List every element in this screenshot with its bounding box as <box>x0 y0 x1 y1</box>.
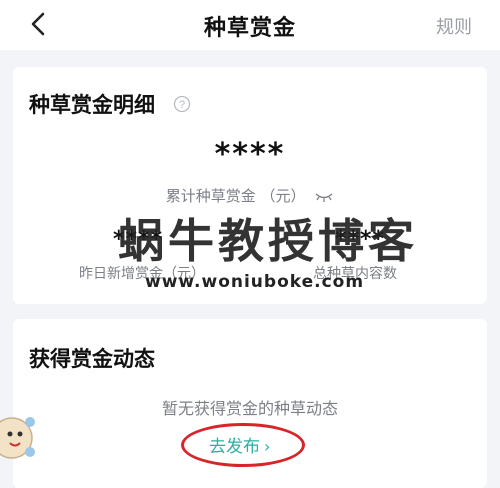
empty-state-text: 暂无获得赏金的种草动态 <box>161 399 338 418</box>
page-title: 种草赏金 <box>203 16 296 41</box>
summary-title: 种草赏金明细 <box>29 93 155 117</box>
watermark-url: www.woniuboke.com <box>145 272 365 292</box>
top-nav-bar: 种草赏金 规则 <box>0 0 500 50</box>
mascot-sticker-icon <box>0 417 35 459</box>
chevron-right-icon: › <box>264 437 271 456</box>
info-icon[interactable]: ? <box>173 95 191 113</box>
watermark-text: 蜗牛教授博客 <box>118 214 418 268</box>
hide-amount-icon[interactable] <box>314 191 334 203</box>
publish-label: 去发布 <box>209 437 260 457</box>
svg-text:?: ? <box>179 99 185 111</box>
total-bounty-value: **** <box>214 137 286 172</box>
total-bounty-label: 累计种草赏金 （元） <box>165 187 306 205</box>
rules-link[interactable]: 规则 <box>436 13 472 39</box>
activity-title: 获得赏金动态 <box>29 347 155 371</box>
bounty-activity-card: 获得赏金动态 暂无获得赏金的种草动态 去发布 › <box>13 319 487 488</box>
publish-button[interactable]: 去发布 › <box>209 432 270 457</box>
